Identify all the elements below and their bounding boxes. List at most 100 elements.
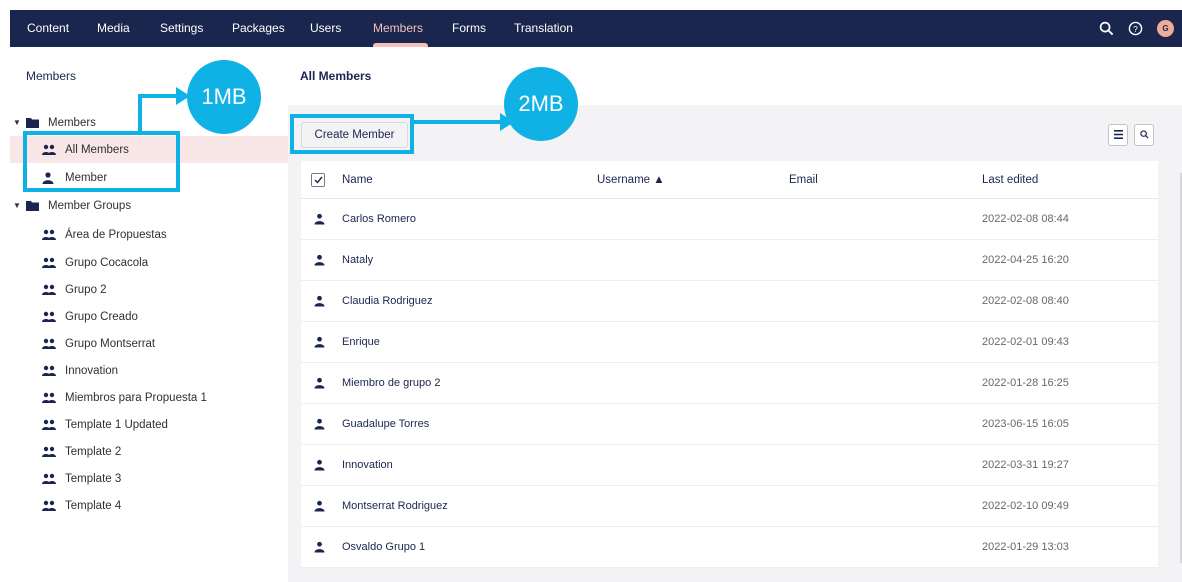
last-edited: 2022-04-25 16:20 <box>982 254 1069 266</box>
last-edited: 2022-02-10 09:49 <box>982 500 1069 512</box>
member-name[interactable]: Claudia Rodriguez <box>342 281 433 321</box>
tree-item-group[interactable]: Template 4 <box>10 492 288 519</box>
table-row[interactable]: Carlos Romero 2022-02-08 08:44 <box>301 199 1158 240</box>
member-name[interactable]: Innovation <box>342 445 393 485</box>
column-name[interactable]: Name <box>342 161 373 198</box>
help-icon[interactable]: ? <box>1128 21 1143 36</box>
members-table: Name Username ▲ Email Last edited Carlos… <box>301 161 1158 568</box>
tree-item-label: Grupo Montserrat <box>65 337 156 350</box>
tree-item-group[interactable]: Grupo 2 <box>10 276 288 303</box>
tree-item-label: Template 4 <box>65 499 122 512</box>
callout-1mb: 1MB <box>187 60 261 134</box>
svg-text:?: ? <box>1133 24 1138 34</box>
member-name[interactable]: Enrique <box>342 322 380 362</box>
user-icon <box>314 281 325 321</box>
member-name[interactable]: Carlos Romero <box>342 199 416 239</box>
user-icon <box>314 199 325 239</box>
callout-box-1 <box>23 131 180 192</box>
user-icon <box>314 486 325 526</box>
group-icon <box>42 473 56 484</box>
nav-media[interactable]: Media <box>97 10 130 47</box>
search-icon[interactable] <box>1099 21 1114 36</box>
table-row[interactable]: Guadalupe Torres 2023-06-15 16:05 <box>301 404 1158 445</box>
tree-item-label: Template 2 <box>65 445 122 458</box>
search-icon <box>1139 126 1149 144</box>
member-name[interactable]: Miembro de grupo 2 <box>342 363 440 403</box>
column-email[interactable]: Email <box>789 161 818 198</box>
callout-box-2 <box>290 114 414 154</box>
tree-item-group[interactable]: Grupo Cocacola <box>10 249 288 276</box>
nav-settings[interactable]: Settings <box>160 10 203 47</box>
search-button[interactable] <box>1134 124 1154 146</box>
group-icon <box>42 500 56 511</box>
sidebar-title: Members <box>26 69 77 83</box>
select-all-checkbox[interactable] <box>311 161 325 198</box>
folder-icon <box>26 200 39 211</box>
tree-item-group[interactable]: Grupo Creado <box>10 303 288 330</box>
group-icon <box>42 419 56 430</box>
table-row[interactable]: Enrique 2022-02-01 09:43 <box>301 322 1158 363</box>
user-icon <box>314 363 325 403</box>
tree-item-label: Members <box>48 116 96 129</box>
tree-item-member-groups[interactable]: ▼ Member Groups <box>10 192 288 219</box>
nav-content[interactable]: Content <box>27 10 69 47</box>
folder-icon <box>26 117 39 128</box>
main-content: All Members Create Member Name Username … <box>288 47 1182 582</box>
tree-item-label: Template 1 Updated <box>65 418 168 431</box>
list-view-button[interactable] <box>1108 124 1128 146</box>
group-icon <box>42 392 56 403</box>
tree-item-group[interactable]: Grupo Montserrat <box>10 330 288 357</box>
tree-item-group[interactable]: Template 3 <box>10 465 288 492</box>
tree-item-label: Área de Propuestas <box>65 228 167 241</box>
caret-down-icon[interactable]: ▼ <box>13 118 21 127</box>
nav-translation[interactable]: Translation <box>514 10 573 47</box>
tree-item-group[interactable]: Template 2 <box>10 438 288 465</box>
callout-arrow-1 <box>138 94 180 98</box>
nav-forms[interactable]: Forms <box>452 10 486 47</box>
tree-item-group[interactable]: Área de Propuestas <box>10 221 288 248</box>
last-edited: 2023-06-15 16:05 <box>982 418 1069 430</box>
group-icon <box>42 229 56 240</box>
member-name[interactable]: Nataly <box>342 240 373 280</box>
table-row[interactable]: Nataly 2022-04-25 16:20 <box>301 240 1158 281</box>
tree-item-label: Grupo 2 <box>65 283 107 296</box>
member-name[interactable]: Montserrat Rodriguez <box>342 486 448 526</box>
group-icon <box>42 365 56 376</box>
column-last-edited[interactable]: Last edited <box>982 161 1038 198</box>
page-title: All Members <box>300 69 372 83</box>
nav-users[interactable]: Users <box>310 10 341 47</box>
table-header: Name Username ▲ Email Last edited <box>301 161 1158 199</box>
tree-item-label: Grupo Cocacola <box>65 256 149 269</box>
user-icon <box>314 240 325 280</box>
column-username[interactable]: Username ▲ <box>597 161 665 198</box>
last-edited: 2022-02-01 09:43 <box>982 336 1069 348</box>
member-name[interactable]: Osvaldo Grupo 1 <box>342 527 425 567</box>
top-icons: ? G <box>1099 10 1174 47</box>
nav-packages[interactable]: Packages <box>232 10 285 47</box>
list-icon <box>1113 126 1123 144</box>
tree-item-label: Miembros para Propuesta 1 <box>65 391 207 404</box>
members-panel: Create Member Name Username ▲ Email Last… <box>288 105 1182 582</box>
table-row[interactable]: Osvaldo Grupo 1 2022-01-29 13:03 <box>301 527 1158 568</box>
avatar[interactable]: G <box>1157 20 1174 37</box>
tree-item-group[interactable]: Template 1 Updated <box>10 411 288 438</box>
last-edited: 2022-02-08 08:40 <box>982 295 1069 307</box>
member-name[interactable]: Guadalupe Torres <box>342 404 429 444</box>
caret-down-icon[interactable]: ▼ <box>13 201 21 210</box>
table-row[interactable]: Claudia Rodriguez 2022-02-08 08:40 <box>301 281 1158 322</box>
last-edited: 2022-03-31 19:27 <box>982 459 1069 471</box>
last-edited: 2022-01-29 13:03 <box>982 541 1069 553</box>
table-row[interactable]: Montserrat Rodriguez 2022-02-10 09:49 <box>301 486 1158 527</box>
table-row[interactable]: Innovation 2022-03-31 19:27 <box>301 445 1158 486</box>
group-icon <box>42 284 56 295</box>
callout-arrow-1 <box>138 96 142 133</box>
tree-item-group[interactable]: Innovation <box>10 357 288 384</box>
nav-members[interactable]: Members <box>373 10 423 47</box>
group-icon <box>42 338 56 349</box>
tree-item-label: Template 3 <box>65 472 122 485</box>
tree-item-label: Grupo Creado <box>65 310 138 323</box>
user-icon <box>314 404 325 444</box>
table-row[interactable]: Miembro de grupo 2 2022-01-28 16:25 <box>301 363 1158 404</box>
tree-item-group[interactable]: Miembros para Propuesta 1 <box>10 384 288 411</box>
top-navigation-bar: Content Media Settings Packages Users Me… <box>10 10 1182 47</box>
